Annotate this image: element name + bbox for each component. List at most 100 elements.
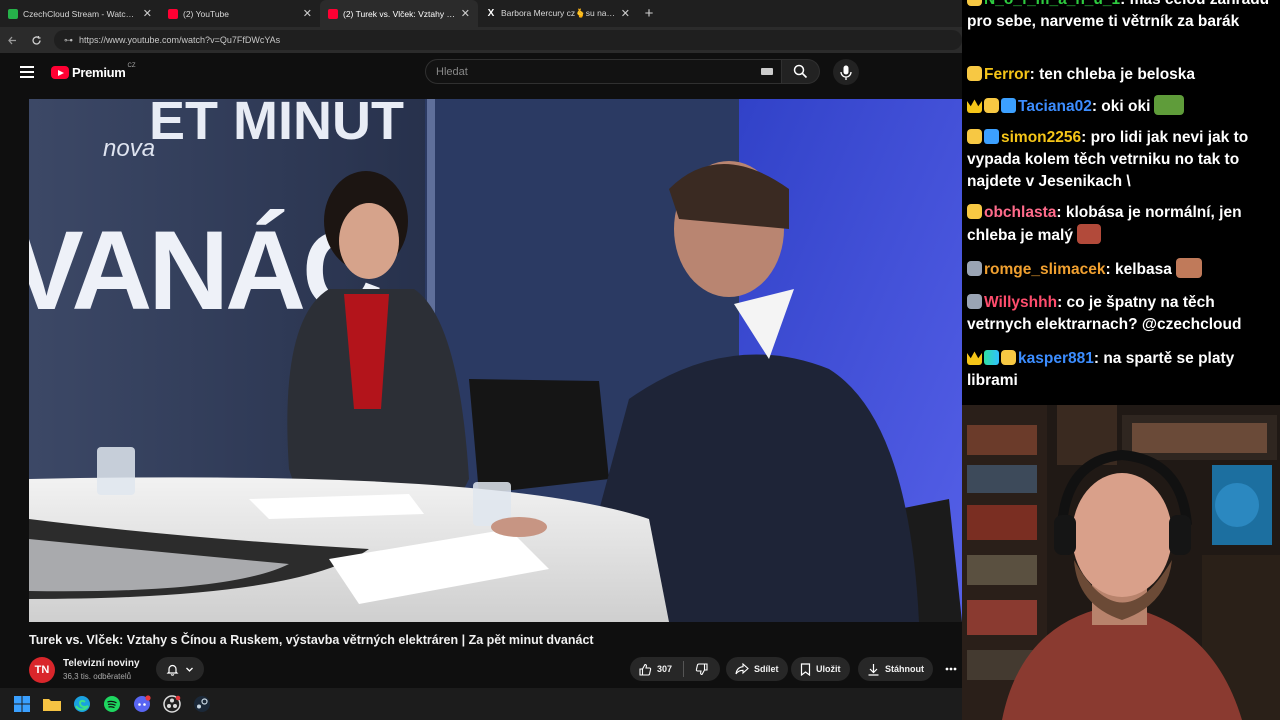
more-actions-button[interactable] — [940, 657, 962, 681]
chat-message: simon2256: pro lidi jak nevi jak to vypa… — [967, 129, 1249, 190]
chat-message: Ferror: ten chleba je beloska — [967, 64, 1277, 86]
nova-logo: nova — [103, 135, 155, 162]
subscriber-count: 36,3 tis. odběratelů — [63, 672, 132, 681]
chat-message: Taciana02: oki oki — [967, 95, 1277, 118]
download-button[interactable]: Stáhnout — [858, 657, 933, 681]
channel-avatar[interactable]: TN — [29, 657, 55, 683]
multi-badge-icon — [984, 350, 999, 365]
subscriber-badge-icon — [967, 129, 982, 144]
close-icon[interactable]: ✕ — [143, 7, 152, 20]
share-button[interactable]: Sdílet — [726, 657, 788, 681]
webcam-image — [962, 405, 1280, 720]
obs-icon[interactable] — [162, 694, 182, 714]
chevron-down-icon — [186, 667, 193, 672]
divider — [683, 661, 685, 677]
search-input[interactable]: Hledat — [425, 59, 782, 84]
subscriber-badge-icon — [967, 204, 982, 219]
chat-username[interactable]: obchlasta — [984, 204, 1056, 221]
back-button[interactable] — [0, 28, 24, 52]
chat-username[interactable]: N_o_f_m_a_n_u_1 — [984, 0, 1120, 8]
reload-icon — [31, 35, 41, 45]
download-label: Stáhnout — [885, 664, 924, 674]
reload-button[interactable] — [24, 28, 48, 52]
save-label: Uložit — [816, 664, 841, 674]
channel-name[interactable]: Televizní noviny — [63, 658, 140, 669]
windows-start-icon[interactable] — [12, 694, 32, 714]
cube-badge-icon — [984, 129, 999, 144]
keyboard-icon[interactable] — [761, 68, 773, 75]
chat-message: Willyshhh: co je špatny na těch vetrnych… — [967, 294, 1242, 333]
tab-youtube[interactable]: (2) YouTube ✕ — [160, 0, 320, 27]
subscriber-badge-icon — [984, 98, 999, 113]
kick-icon — [8, 8, 18, 19]
chat-username[interactable]: Ferror — [984, 66, 1030, 83]
face-emote-icon — [1076, 224, 1101, 244]
share-label: Sdílet — [754, 664, 779, 674]
chat-text: kelbasa — [1114, 261, 1172, 278]
site-info-icon[interactable]: ⊶ — [64, 35, 73, 46]
tab-title: CzechCloud Stream - Watch Live o — [23, 8, 139, 19]
edge-browser-icon[interactable] — [72, 694, 92, 714]
chat-message: romge_slimacek: kelbasa — [967, 258, 1277, 281]
search-placeholder: Hledat — [436, 65, 468, 78]
discord-icon[interactable] — [132, 694, 152, 714]
subscriber-badge-icon — [967, 0, 982, 6]
close-icon[interactable]: ✕ — [461, 7, 470, 20]
frog-emote-icon — [1154, 95, 1185, 115]
crown-badge-icon — [967, 351, 982, 365]
chat-message: obchlasta: klobása je normální, jen chle… — [967, 204, 1242, 244]
tab-title: Barbora Mercury cz🫰su na platfo — [501, 8, 617, 18]
logo-text: Premium — [72, 65, 126, 80]
like-count[interactable]: 307 — [657, 664, 672, 674]
country-code: CZ — [127, 62, 136, 69]
subscriber-badge-icon — [1001, 350, 1016, 365]
webcam-feed — [962, 405, 1280, 720]
save-button[interactable]: Uložit — [791, 657, 850, 681]
youtube-header: Premium CZ Hledat — [0, 53, 962, 97]
youtube-icon — [168, 8, 178, 19]
close-icon[interactable]: ✕ — [303, 7, 312, 20]
chat-username[interactable]: simon2256 — [1001, 129, 1081, 146]
tab-title: (2) YouTube — [183, 8, 229, 19]
menu-icon[interactable] — [20, 66, 34, 78]
microphone-icon — [840, 65, 852, 80]
download-icon — [868, 663, 879, 676]
video-frame-image: ET MINUT nova VANÁC — [29, 99, 962, 622]
chat-username[interactable]: kasper881 — [1018, 350, 1094, 367]
tab-video-active[interactable]: (2) Turek vs. Vlček: Vztahy s Čínou ✕ — [320, 0, 478, 27]
like-dislike-group: 307 — [630, 657, 720, 681]
close-icon[interactable]: ✕ — [621, 7, 630, 20]
voice-search-button[interactable] — [833, 59, 859, 85]
tab-czechcloud-stream[interactable]: CzechCloud Stream - Watch Live o ✕ — [0, 0, 160, 27]
chat-username[interactable]: Willyshhh — [984, 294, 1057, 311]
browser-tab-strip: CzechCloud Stream - Watch Live o ✕ (2) Y… — [0, 0, 962, 27]
like-icon[interactable] — [639, 663, 652, 676]
youtube-icon — [328, 8, 338, 19]
x-icon: X — [487, 7, 495, 19]
chat-message: N_o_f_m_a_n_u_1: máš celou zahradu pro s… — [967, 0, 1277, 33]
chat-username[interactable]: romge_slimacek — [984, 261, 1106, 278]
dislike-icon[interactable] — [695, 662, 708, 676]
bell-icon — [166, 664, 179, 676]
address-bar: ⊶ https://www.youtube.com/watch?v=Qu7FfD… — [0, 27, 962, 53]
video-player[interactable]: ET MINUT nova VANÁC — [29, 99, 962, 622]
file-explorer-icon[interactable] — [42, 694, 62, 714]
video-title: Turek vs. Vlček: Vztahy s Čínou a Ruskem… — [29, 633, 594, 647]
new-tab-button[interactable]: + — [638, 0, 660, 27]
gift-badge-icon — [967, 261, 982, 276]
chat-username[interactable]: Taciana02 — [1018, 98, 1092, 115]
steam-icon[interactable] — [192, 694, 212, 714]
screen: CzechCloud Stream - Watch Live o ✕ (2) Y… — [0, 0, 1280, 720]
spotify-icon[interactable] — [102, 694, 122, 714]
notification-button[interactable] — [156, 657, 204, 681]
share-icon — [735, 663, 749, 675]
url-field[interactable]: ⊶ https://www.youtube.com/watch?v=Qu7FfD… — [54, 30, 962, 50]
tab-x-post[interactable]: X Barbora Mercury cz🫰su na platfo ✕ — [478, 0, 638, 27]
subscriber-badge-icon — [967, 66, 982, 81]
search-icon — [793, 64, 808, 79]
gift-badge-icon — [967, 294, 982, 309]
search-button[interactable] — [782, 59, 820, 84]
chat-text: oki oki — [1101, 98, 1151, 115]
more-horizontal-icon — [945, 667, 957, 671]
youtube-logo[interactable]: Premium CZ — [51, 62, 136, 80]
